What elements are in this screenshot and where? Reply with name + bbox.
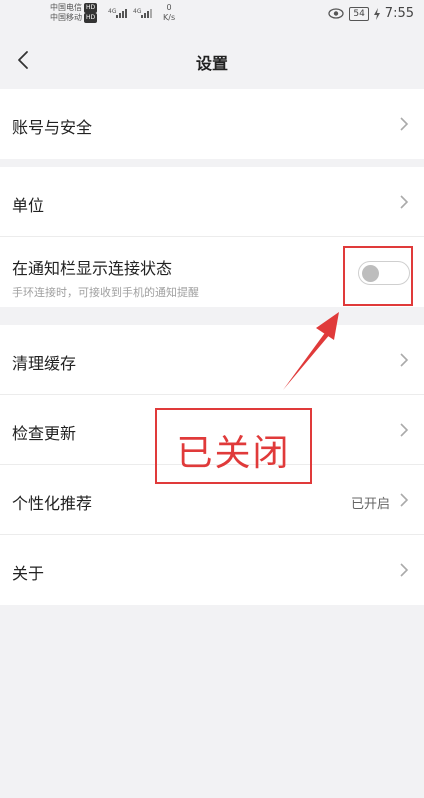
chevron-right-icon <box>400 563 409 577</box>
notification-status-hint: 手环连接时，可接收到手机的通知提醒 <box>12 286 199 299</box>
account-security-label: 账号与安全 <box>12 118 93 137</box>
unit-row[interactable]: 单位 <box>0 167 424 237</box>
network-speed: 0 K/s <box>163 3 175 23</box>
check-update-label: 检查更新 <box>12 424 77 443</box>
chevron-right-icon <box>400 117 409 131</box>
account-section: 账号与安全 <box>0 89 424 159</box>
status-right: 54 7:55 <box>328 6 414 21</box>
battery-indicator: 54 <box>349 6 369 21</box>
speed-value: 0 <box>166 3 172 12</box>
clear-cache-row[interactable]: 清理缓存 <box>0 325 424 395</box>
carrier-1: 中国电信 <box>50 3 82 12</box>
chevron-right-icon <box>400 195 409 209</box>
nav-bar: 设置 <box>0 36 424 86</box>
chevron-right-icon <box>400 353 409 367</box>
annotation-label: 已关闭 <box>176 433 291 474</box>
about-label: 关于 <box>12 564 45 583</box>
carrier-2: 中国移动 <box>50 13 82 22</box>
signal-icon: 4G 4G <box>108 8 152 18</box>
account-security-row[interactable]: 账号与安全 <box>0 89 424 159</box>
signal-label-2: 4G <box>133 8 142 15</box>
hd-badge: HD <box>84 13 98 23</box>
clear-cache-label: 清理缓存 <box>12 354 77 373</box>
eye-icon <box>328 8 344 19</box>
annotation-label-box: 已关闭 <box>155 408 312 484</box>
notification-status-label: 在通知栏显示连接状态 <box>12 259 173 278</box>
settings-screen: 中国电信 HD 中国移动 HD 4G 4G 0 K/s 54 7:55 设置 账… <box>0 0 424 798</box>
unit-label: 单位 <box>12 196 45 215</box>
chevron-right-icon <box>400 423 409 437</box>
charging-icon <box>373 7 380 20</box>
toggle-highlight-box <box>343 246 413 306</box>
hd-badge: HD <box>84 3 98 13</box>
speed-unit: K/s <box>163 13 176 22</box>
page-title: 设置 <box>195 54 228 73</box>
signal-icons: 4G 4G <box>108 7 158 21</box>
signal-label-1: 4G <box>108 8 117 15</box>
chevron-right-icon <box>400 493 409 507</box>
status-bar: 中国电信 HD 中国移动 HD 4G 4G 0 K/s 54 7:55 <box>0 0 424 36</box>
clock: 7:55 <box>384 6 414 21</box>
personalized-recommendation-value: 已开启 <box>350 497 390 512</box>
personalized-recommendation-label: 个性化推荐 <box>12 494 93 513</box>
carrier-info: 中国电信 HD 中国移动 HD <box>50 3 98 23</box>
about-row[interactable]: 关于 <box>0 535 424 605</box>
